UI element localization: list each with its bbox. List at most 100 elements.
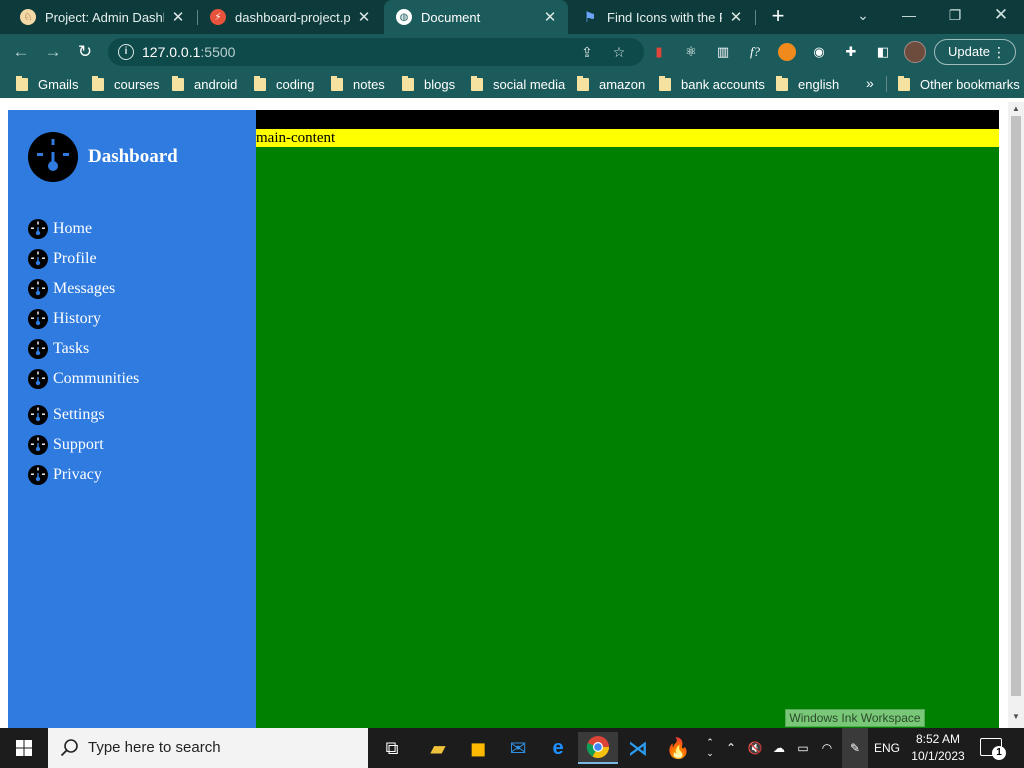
- sidebar-item-settings[interactable]: Settings: [28, 404, 238, 426]
- clock[interactable]: 8:52 AM 10/1/2023: [908, 731, 968, 765]
- page-viewport: Dashboard Home Profile Messages History …: [0, 102, 1008, 728]
- close-icon[interactable]: ✕: [542, 8, 558, 26]
- close-icon[interactable]: ✕: [356, 8, 372, 26]
- sidebar-item-label: Tasks: [53, 340, 90, 357]
- taskbar-search-input[interactable]: Type here to search: [48, 728, 368, 768]
- update-button[interactable]: Update ⋮: [934, 39, 1016, 65]
- avast-extension-icon[interactable]: [778, 43, 796, 61]
- clock-date: 10/1/2023: [911, 749, 965, 763]
- close-icon[interactable]: ✕: [170, 8, 186, 26]
- globe-icon: ◍: [396, 9, 412, 25]
- dashboard-gauge-icon: [28, 132, 78, 182]
- sidebar-item-history[interactable]: History: [28, 308, 238, 330]
- tab-dashboard-png[interactable]: ⚡ dashboard-project.png ✕: [198, 0, 382, 34]
- sidebar-item-support[interactable]: Support: [28, 434, 238, 456]
- sidebar-item-profile[interactable]: Profile: [28, 248, 238, 270]
- sidebar-item-messages[interactable]: Messages: [28, 278, 238, 300]
- windows-taskbar: Type here to search ⧉ ▰ ◼ ✉ e ⋊ 🔥 ⌃ ⌄ ⌃ 🔇…: [0, 728, 1024, 768]
- side-panel-icon[interactable]: ◧: [874, 43, 892, 61]
- edge-icon[interactable]: e: [538, 732, 578, 764]
- sidebar-item-label: Support: [53, 436, 104, 453]
- scrollbar-thumb[interactable]: [1011, 116, 1021, 696]
- tray-overflow-icon[interactable]: ⌃ ⌄: [702, 728, 718, 768]
- flame-app-icon[interactable]: 🔥: [658, 732, 698, 764]
- tab-title: dashboard-project.png: [235, 9, 350, 25]
- store-icon[interactable]: ◼: [458, 732, 498, 764]
- bookmark-gmails[interactable]: Gmails: [16, 75, 78, 93]
- chrome-icon[interactable]: [578, 732, 618, 764]
- tab-admin-dashboard[interactable]: ♘ Project: Admin Dashbo ✕: [8, 0, 196, 34]
- folder-icon: [16, 75, 28, 91]
- address-bar[interactable]: i 127.0.0.1:5500 ⇪ ☆: [108, 38, 644, 66]
- scroll-down-arrow-icon[interactable]: ▼: [1008, 712, 1024, 721]
- battery-icon[interactable]: ▭: [792, 728, 814, 768]
- task-view-icon[interactable]: ⧉: [372, 732, 412, 764]
- bookmark-bank-accounts[interactable]: bank accounts: [659, 75, 765, 93]
- tab-document[interactable]: ◍ Document ✕: [384, 0, 568, 34]
- main-content: main-content: [256, 129, 999, 728]
- bookmark-notes[interactable]: notes: [331, 75, 385, 93]
- brand[interactable]: Dashboard: [28, 132, 178, 182]
- formula-extension-icon[interactable]: f?: [746, 43, 764, 61]
- react-devtools-icon[interactable]: ⚛: [682, 43, 700, 61]
- bookmark-other[interactable]: Other bookmarks: [898, 75, 1020, 93]
- onedrive-cloud-icon[interactable]: ☁: [768, 728, 790, 768]
- windows-start-icon[interactable]: [0, 728, 48, 768]
- bookmark-android[interactable]: android: [172, 75, 237, 93]
- close-icon[interactable]: ✕: [728, 8, 744, 26]
- bookmark-english[interactable]: english: [776, 75, 839, 93]
- tab-find-icons[interactable]: ⚑ Find Icons with the Per ✕: [570, 0, 754, 34]
- gauge-icon: [28, 369, 48, 389]
- show-hidden-icons-chevron-icon[interactable]: ⌃: [722, 728, 740, 768]
- sidebar-item-privacy[interactable]: Privacy: [28, 464, 238, 486]
- tab-search-chevron-icon[interactable]: ⌄: [840, 0, 886, 34]
- share-icon[interactable]: ⇪: [578, 43, 596, 61]
- tab-title: Project: Admin Dashbo: [45, 9, 164, 25]
- sidebar-item-communities[interactable]: Communities: [28, 368, 238, 390]
- menu-dots-icon: ⋮: [992, 44, 1006, 60]
- mascot-icon: ♘: [20, 9, 36, 25]
- volume-muted-icon[interactable]: 🔇: [744, 728, 766, 768]
- more-bookmarks-chevron-icon[interactable]: »: [866, 75, 874, 91]
- minimize-button[interactable]: —: [886, 0, 932, 34]
- notification-count-badge: 1: [992, 746, 1006, 760]
- main-content-label: main-content: [256, 129, 999, 147]
- mail-icon[interactable]: ✉: [498, 732, 538, 764]
- book-extension-icon[interactable]: ▮: [650, 43, 668, 61]
- top-header-bar: [256, 110, 999, 129]
- reload-button[interactable]: ↻: [72, 39, 98, 65]
- browser-tab-strip: ♘ Project: Admin Dashbo ✕ ⚡ dashboard-pr…: [0, 0, 1024, 34]
- sidebar-item-label: Privacy: [53, 466, 102, 483]
- url-text[interactable]: 127.0.0.1:5500: [142, 44, 235, 60]
- sidebar-item-home[interactable]: Home: [28, 218, 238, 240]
- bookmark-star-icon[interactable]: ☆: [610, 43, 628, 61]
- vscode-icon[interactable]: ⋊: [618, 732, 658, 764]
- bookmark-coding[interactable]: coding: [254, 75, 314, 93]
- new-tab-button[interactable]: +: [766, 4, 790, 30]
- file-explorer-icon[interactable]: ▰: [418, 732, 458, 764]
- scroll-up-arrow-icon[interactable]: ▲: [1008, 104, 1024, 113]
- forward-button[interactable]: →: [40, 39, 66, 65]
- close-window-button[interactable]: ✕: [978, 0, 1024, 34]
- sidebar-item-tasks[interactable]: Tasks: [28, 338, 238, 360]
- folder-icon: [402, 75, 414, 91]
- ink-workspace-pen-icon[interactable]: ✎: [842, 728, 868, 768]
- page-scrollbar[interactable]: ▲ ▼: [1008, 102, 1024, 728]
- bookmark-amazon[interactable]: amazon: [577, 75, 645, 93]
- gauge-icon: [28, 339, 48, 359]
- flag-icon: ⚑: [583, 8, 597, 25]
- extensions-puzzle-icon[interactable]: ✚: [842, 43, 860, 61]
- spy-extension-icon[interactable]: ◉: [810, 43, 828, 61]
- clock-time: 8:52 AM: [915, 732, 961, 746]
- bookmark-courses[interactable]: courses: [92, 75, 160, 93]
- lightning-icon: ⚡: [210, 9, 226, 25]
- site-info-icon[interactable]: i: [118, 44, 134, 60]
- restore-button[interactable]: ❐: [932, 0, 978, 34]
- profile-avatar[interactable]: [904, 41, 926, 63]
- wifi-icon[interactable]: ◠: [816, 728, 838, 768]
- language-indicator[interactable]: ENG: [872, 728, 902, 768]
- trello-extension-icon[interactable]: ▥: [714, 43, 732, 61]
- bookmark-blogs[interactable]: blogs: [402, 75, 455, 93]
- back-button[interactable]: ←: [8, 39, 34, 65]
- bookmark-social-media[interactable]: social media: [471, 75, 565, 93]
